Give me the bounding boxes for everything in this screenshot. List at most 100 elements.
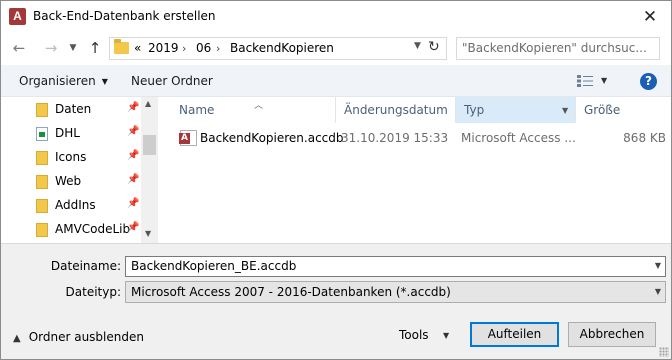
navigation-pane: Daten 📌 DHL 📌 Icons 📌 Web 📌 AddIns 📌 AMV… (1, 97, 158, 243)
pin-icon: 📌 (127, 102, 140, 113)
column-header-label: Name (179, 103, 215, 117)
sidebar-item-dhl[interactable]: DHL 📌 (1, 122, 141, 146)
folder-icon (36, 199, 48, 213)
cancel-label: Abbrechen (579, 327, 645, 341)
sidebar-item-label: AddIns (55, 198, 96, 212)
arrow-up-icon: ↑ (88, 39, 102, 57)
column-header-name[interactable]: Name ︿ (171, 97, 335, 123)
file-type: Microsoft Access ... (461, 131, 576, 145)
filename-field[interactable]: BackendKopieren_BE.accdb ▼ (125, 256, 666, 277)
command-bar: Organisieren ▼ Neuer Ordner ▼ ? (1, 65, 671, 97)
chevron-down-icon: ▼ (69, 43, 77, 53)
filetype-value: Microsoft Access 2007 - 2016-Datenbanken… (131, 285, 451, 299)
window-title: Back-End-Datenbank erstellen (33, 9, 216, 23)
folder-icon (36, 151, 48, 165)
tools-button[interactable]: Tools (399, 328, 429, 342)
sidebar-item-label: Daten (55, 102, 92, 116)
folder-icon (36, 103, 48, 117)
pin-icon: 📌 (127, 126, 140, 137)
breadcrumb-separator[interactable]: › (182, 41, 186, 56)
up-button[interactable]: ↑ (85, 38, 105, 58)
tools-dropdown-icon[interactable]: ▼ (443, 331, 449, 340)
hide-folders-button[interactable]: ▲ Ordner ausblenden (13, 330, 144, 344)
access-file-icon: A (179, 130, 197, 146)
recent-locations-button[interactable]: ▼ (67, 38, 79, 58)
close-icon: ✕ (642, 7, 658, 27)
search-placeholder: "BackendKopieren" durchsuc... (462, 41, 647, 55)
arrow-right-icon: → (44, 39, 58, 57)
organize-label: Organisieren (19, 74, 96, 88)
organize-button[interactable]: Organisieren ▼ (19, 74, 108, 88)
help-icon[interactable]: ? (640, 73, 657, 90)
column-header-type[interactable]: Typ (455, 97, 575, 123)
pin-icon: 📌 (127, 222, 140, 233)
breadcrumb-overflow[interactable]: « (134, 41, 141, 56)
sidebar-scrollbar[interactable]: ▲ ▼ (141, 97, 158, 243)
sidebar-item-daten[interactable]: Daten 📌 (1, 98, 141, 122)
filename-value: BackendKopieren_BE.accdb (131, 259, 297, 273)
folder-icon (36, 223, 48, 237)
chevron-down-icon[interactable]: ▼ (655, 261, 661, 270)
filetype-select[interactable]: Microsoft Access 2007 - 2016-Datenbanken… (125, 281, 666, 303)
filetype-label: Dateityp: (65, 285, 121, 299)
refresh-icon[interactable]: ↻ (428, 39, 440, 55)
new-folder-label: Neuer Ordner (131, 74, 213, 88)
scroll-up-icon[interactable]: ▲ (145, 99, 151, 108)
table-row[interactable]: A BackendKopieren.accdb 31.10.2019 15:33… (171, 127, 671, 149)
sidebar-item-icons[interactable]: Icons 📌 (1, 146, 141, 170)
folder-icon (114, 39, 129, 54)
search-input[interactable]: "BackendKopieren" durchsuc... (456, 37, 660, 60)
title-bar: A Back-End-Datenbank erstellen ✕ (1, 1, 671, 32)
breadcrumb-item-06[interactable]: 06 (196, 41, 211, 56)
tools-label: Tools (399, 328, 429, 342)
scroll-down-icon[interactable]: ▼ (145, 229, 151, 238)
arrow-left-icon: ← (12, 39, 26, 57)
view-dropdown-icon[interactable]: ▼ (601, 76, 607, 85)
pin-icon: 📌 (127, 174, 140, 185)
address-history-icon[interactable]: ▼ (414, 41, 421, 51)
save-dialog: A Back-End-Datenbank erstellen ✕ ← → ▼ ↑… (0, 0, 672, 360)
column-header-label: Änderungsdatum (344, 103, 448, 117)
sidebar-item-label: Web (55, 174, 82, 188)
sidebar-item-label: AMVCodeLib (55, 222, 131, 236)
filename-label: Dateiname: (50, 259, 121, 273)
file-size: 868 KB (623, 131, 666, 145)
scrollbar-thumb[interactable] (143, 135, 156, 155)
breadcrumb-separator[interactable]: › (216, 41, 220, 56)
column-filter-icon[interactable]: ▼ (562, 106, 568, 115)
back-button[interactable]: ← (9, 38, 29, 58)
sidebar-item-label: DHL (55, 126, 80, 140)
pin-icon: 📌 (127, 150, 140, 161)
resize-grip[interactable] (659, 347, 669, 357)
column-header-date[interactable]: Änderungsdatum (335, 97, 455, 123)
document-icon (36, 127, 48, 141)
column-header-label: Typ (464, 103, 485, 117)
close-button[interactable]: ✕ (639, 7, 661, 27)
sort-ascending-icon: ︿ (254, 101, 264, 111)
chevron-up-icon: ▲ (13, 333, 21, 344)
file-date: 31.10.2019 15:33 (341, 131, 449, 145)
folder-icon (36, 175, 48, 189)
breadcrumb-item-2019[interactable]: 2019 (148, 41, 179, 56)
file-name: BackendKopieren.accdb (200, 131, 344, 145)
pin-icon: 📌 (127, 198, 140, 209)
view-options-icon[interactable] (577, 75, 593, 87)
forward-button[interactable]: → (41, 38, 61, 58)
sidebar-item-amvcodelib[interactable]: AMVCodeLib 📌 (1, 218, 141, 242)
sidebar-item-web[interactable]: Web 📌 (1, 170, 141, 194)
breadcrumb-item-backendkopieren[interactable]: BackendKopieren (230, 41, 334, 56)
cancel-button[interactable]: Abbrechen (568, 322, 656, 347)
save-button[interactable]: Aufteilen (470, 322, 559, 347)
file-list: Name ︿ Änderungsdatum Typ ▼ Größe A Back… (164, 97, 671, 243)
new-folder-button[interactable]: Neuer Ordner (131, 74, 213, 88)
address-bar[interactable]: « 2019 › 06 › BackendKopieren ▼ ↻ (109, 37, 447, 60)
access-app-icon: A (9, 8, 26, 25)
chevron-down-icon: ▼ (101, 77, 108, 86)
sidebar-item-label: Icons (55, 150, 87, 164)
column-header-size[interactable]: Größe (575, 97, 671, 123)
sidebar-item-addins[interactable]: AddIns 📌 (1, 194, 141, 218)
chevron-down-icon[interactable]: ▼ (655, 287, 661, 296)
browser-pane: Daten 📌 DHL 📌 Icons 📌 Web 📌 AddIns 📌 AMV… (1, 97, 671, 243)
save-label: Aufteilen (487, 327, 542, 341)
column-header-label: Größe (584, 103, 621, 117)
